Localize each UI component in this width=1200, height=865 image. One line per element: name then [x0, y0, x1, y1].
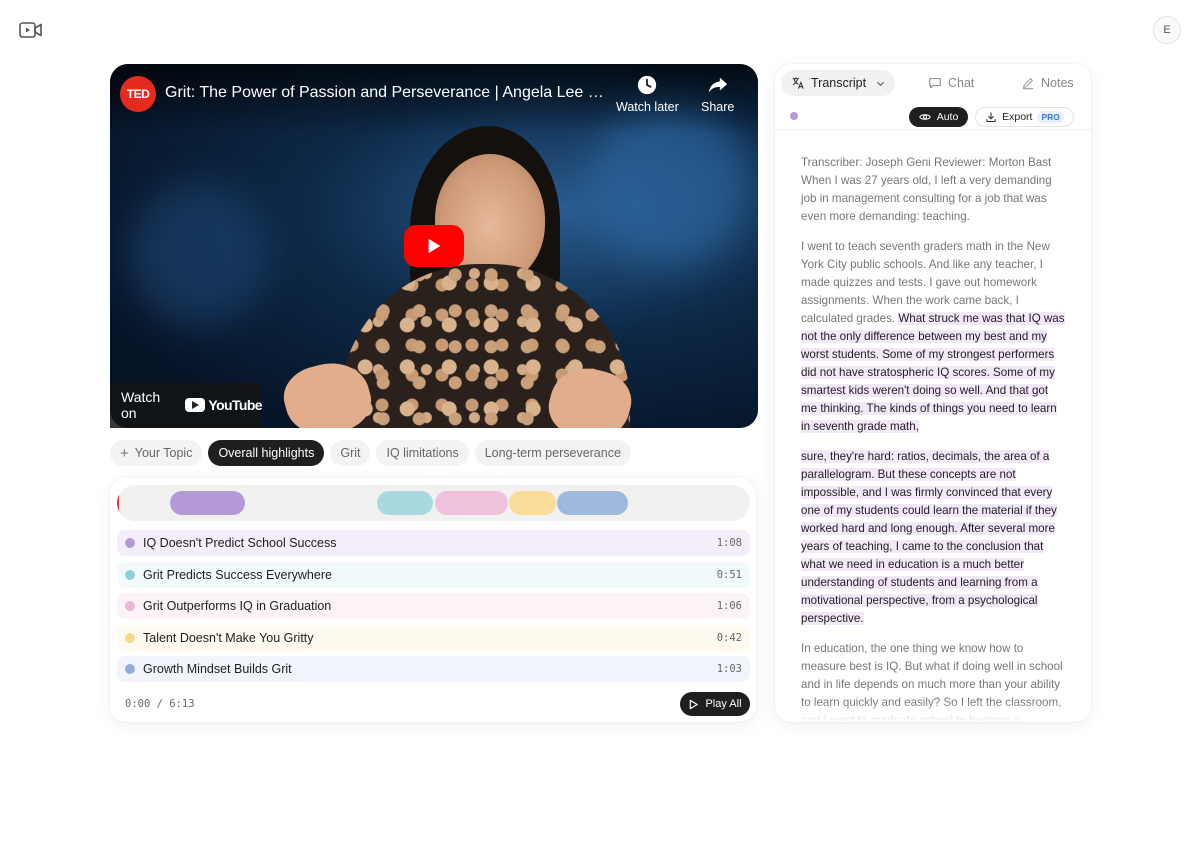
- transcript-fade: [775, 702, 1091, 722]
- share-label: Share: [701, 100, 735, 114]
- watch-on-label: Watch on: [121, 389, 161, 421]
- highlight-item[interactable]: Talent Doesn't Make You Gritty 0:42: [117, 624, 750, 651]
- timeline-segment[interactable]: [376, 491, 433, 515]
- pro-badge: PRO: [1037, 111, 1064, 123]
- add-topic-label: Your Topic: [134, 446, 193, 460]
- transcript-paragraph: Transcriber: Joseph Geni Reviewer: Morto…: [801, 154, 1065, 226]
- transcript-highlight: What struck me was that IQ was not the o…: [801, 312, 1065, 433]
- watch-later-label: Watch later: [616, 100, 679, 114]
- topic-chip-iq-limitations[interactable]: IQ limitations: [376, 440, 469, 466]
- highlight-color-dot: [125, 632, 135, 643]
- video-title[interactable]: Grit: The Power of Passion and Persevera…: [165, 84, 605, 102]
- youtube-wordmark: YouTube: [208, 397, 262, 413]
- highlight-color-dot: [125, 538, 135, 548]
- download-icon: [986, 112, 996, 123]
- play-button[interactable]: [404, 225, 464, 267]
- play-outline-icon: [690, 699, 699, 709]
- export-label: Export: [1002, 111, 1033, 123]
- playhead-marker: [117, 491, 119, 515]
- timeline-segment[interactable]: [169, 491, 246, 515]
- transcript-toolbar: Auto Export PRO: [775, 104, 1091, 130]
- eye-icon: [918, 114, 931, 120]
- topic-chips: + Your Topic Overall highlights Grit IQ l…: [110, 440, 631, 466]
- transcript-paragraph: sure, they're hard: ratios, decimals, th…: [801, 448, 1065, 628]
- play-all-label: Play All: [705, 698, 742, 710]
- highlight-timeline[interactable]: [117, 485, 750, 521]
- avatar[interactable]: E: [1153, 16, 1181, 44]
- transcript-run: Transcriber: Joseph Geni Reviewer: Morto…: [801, 156, 1052, 223]
- highlight-item[interactable]: Grit Outperforms IQ in Graduation 1:06: [117, 593, 750, 620]
- transcript-text[interactable]: Transcriber: Joseph Geni Reviewer: Morto…: [801, 154, 1065, 722]
- timeline-segment[interactable]: [435, 491, 509, 515]
- youtube-logo: YouTube: [185, 397, 263, 413]
- tab-transcript-label: Transcript: [811, 76, 867, 90]
- plus-icon: +: [120, 444, 129, 462]
- watch-later-button[interactable]: Watch later: [616, 74, 679, 114]
- tab-transcript[interactable]: Transcript: [781, 70, 896, 96]
- avatar-initial: E: [1163, 24, 1171, 36]
- highlight-color-dot: [125, 569, 135, 580]
- timeline-segment[interactable]: [557, 491, 629, 515]
- transcript-paragraph: I went to teach seventh graders math in …: [801, 238, 1065, 436]
- topic-chip-grit[interactable]: Grit: [330, 440, 371, 466]
- highlight-color-dot: [125, 601, 135, 612]
- highlight-color-dot: [125, 664, 135, 675]
- tab-chat[interactable]: Chat: [918, 70, 984, 96]
- translate-icon: [792, 77, 804, 89]
- tab-notes[interactable]: Notes: [1011, 70, 1084, 96]
- highlight-item[interactable]: IQ Doesn't Predict School Success 1:08: [117, 530, 750, 556]
- panel-tabs: Transcript Chat Notes: [781, 70, 1085, 96]
- watch-on-youtube-link[interactable]: Watch on YouTube: [110, 382, 263, 428]
- topic-chip-overall-highlights[interactable]: Overall highlights: [208, 440, 325, 466]
- tab-notes-label: Notes: [1041, 76, 1074, 90]
- pencil-icon: [1022, 78, 1034, 90]
- video-camera-icon[interactable]: [19, 20, 43, 40]
- highlight-duration: 1:08: [716, 537, 742, 549]
- auto-label: Auto: [936, 111, 959, 123]
- add-topic-button[interactable]: + Your Topic: [110, 440, 203, 466]
- auto-scroll-toggle[interactable]: Auto: [909, 107, 968, 127]
- play-all-button[interactable]: Play All: [680, 692, 750, 716]
- highlight-title: IQ Doesn't Predict School Success: [143, 536, 337, 550]
- highlight-duration: 0:51: [716, 568, 742, 581]
- highlight-item[interactable]: Grit Predicts Success Everywhere 0:51: [117, 561, 750, 588]
- highlight-title: Growth Mindset Builds Grit: [143, 662, 292, 677]
- share-arrow-icon: [708, 77, 727, 93]
- highlight-duration: 1:06: [716, 600, 742, 613]
- share-button[interactable]: Share: [701, 74, 734, 114]
- highlight-duration: 1:03: [716, 663, 742, 676]
- timeline-segment[interactable]: [509, 491, 557, 515]
- highlight-title: Grit Outperforms IQ in Graduation: [143, 599, 332, 614]
- chevron-down-icon: [877, 81, 885, 86]
- highlight-title: Grit Predicts Success Everywhere: [143, 567, 332, 582]
- time-readout: 0:00 / 6:13: [125, 698, 195, 710]
- highlight-title: Talent Doesn't Make You Gritty: [143, 630, 314, 645]
- highlight-list: IQ Doesn't Predict School Success 1:08 Gri…: [117, 530, 750, 688]
- play-icon: [428, 238, 441, 254]
- transcript-panel: Transcript Chat Notes Auto Export PRO Tr…: [775, 64, 1091, 722]
- status-dot: [790, 112, 798, 120]
- youtube-play-icon: [185, 398, 206, 412]
- highlight-item[interactable]: Growth Mindset Builds Grit 1:03: [117, 656, 750, 683]
- clock-icon: [638, 75, 657, 95]
- video-bokeh: [130, 184, 270, 324]
- topic-chip-long-term-perseverance[interactable]: Long-term perseverance: [474, 440, 631, 466]
- export-button[interactable]: Export PRO: [975, 107, 1074, 127]
- highlights-panel: IQ Doesn't Predict School Success 1:08 Gri…: [110, 478, 756, 722]
- highlight-duration: 0:42: [716, 631, 742, 644]
- chat-bubble-icon: [929, 78, 941, 89]
- tab-chat-label: Chat: [948, 76, 975, 90]
- transcript-highlight: sure, they're hard: ratios, decimals, th…: [801, 450, 1057, 625]
- channel-logo[interactable]: TED: [120, 76, 156, 112]
